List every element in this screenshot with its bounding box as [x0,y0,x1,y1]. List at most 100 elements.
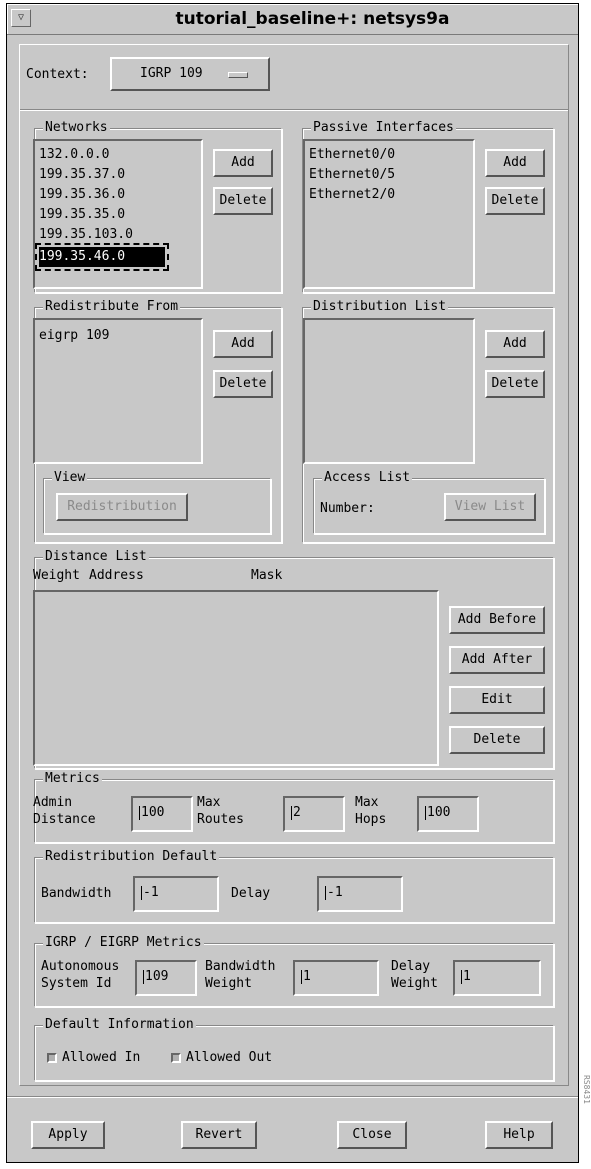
apply-button[interactable]: Apply [31,1121,105,1149]
number-label: Number: [320,501,375,516]
bandwidth-value: -1 [143,885,159,900]
figure-id-text: RS8431 [582,1075,591,1104]
list-item[interactable]: 199.35.37.0 [39,165,125,185]
window-title: tutorial_baseline+: netsys9a [175,9,450,29]
checkbox-icon[interactable] [171,1052,181,1063]
edit-button[interactable]: Edit [449,686,545,714]
max-routes-label-line2: Routes [197,812,244,827]
max-hops-label: Max Hops [355,794,386,828]
context-option-menu[interactable]: IGRP 109 [110,57,270,91]
list-item[interactable]: 132.0.0.0 [39,145,109,165]
weight-column-header: Weight [33,568,80,583]
bandwidth-weight-field[interactable]: 1 [293,960,379,996]
redistribute-from-legend: Redistribute From [43,299,181,314]
option-menu-indicator-icon [228,72,248,78]
list-item[interactable]: Ethernet2/0 [309,185,395,205]
list-item[interactable]: Ethernet0/5 [309,165,395,185]
bandwidth-weight-label-line1: Bandwidth [205,959,276,974]
delay-field[interactable]: -1 [317,876,403,912]
autonomous-system-id-label: Autonomous System Id [41,958,119,992]
passive-interfaces-legend: Passive Interfaces [311,120,456,135]
delay-weight-label-line2: Weight [391,976,438,991]
help-button[interactable]: Help [485,1121,553,1149]
delay-label: Delay [231,886,271,901]
igrp-eigrp-metrics-group: IGRP / EIGRP Metrics Autonomous System I… [34,935,554,1007]
autonomous-system-id-field[interactable]: 109 [135,960,197,996]
admin-distance-field[interactable]: 100 [131,796,193,832]
passive-add-button[interactable]: Add [485,149,545,177]
view-legend: View [52,470,88,485]
admin-distance-label-line1: Admin [33,795,73,810]
dialog-body: Context: IGRP 109 Networks 132.0.0.0 199… [19,44,569,1086]
bandwidth-label: Bandwidth [41,886,112,901]
distribution-add-button[interactable]: Add [485,330,545,358]
allowed-out-checkbox[interactable]: Allowed Out [171,1050,272,1065]
default-information-group: Default Information Allowed In Allowed O… [34,1017,554,1081]
delay-weight-field[interactable]: 1 [453,960,541,996]
redistribute-delete-button[interactable]: Delete [213,370,273,398]
networks-delete-button[interactable]: Delete [213,187,273,215]
bandwidth-field[interactable]: -1 [133,876,219,912]
autonomous-system-id-value: 109 [145,969,169,984]
passive-interfaces-list[interactable]: Ethernet0/0 Ethernet0/5 Ethernet2/0 [303,139,475,289]
checkbox-icon[interactable] [47,1052,57,1063]
max-routes-label-line1: Max [197,795,221,810]
delay-weight-value: 1 [463,969,471,984]
metrics-group: Metrics Admin Distance 100 Max Routes 2 … [33,771,554,843]
admin-distance-label-line2: Distance [33,812,96,827]
redistribute-list[interactable]: eigrp 109 [33,318,203,464]
max-hops-label-line2: Hops [355,812,387,827]
window-menu-icon[interactable]: ▽ [11,9,31,27]
max-hops-field[interactable]: 100 [417,796,479,832]
distance-list[interactable] [33,590,439,766]
context-label: Context: [26,67,89,82]
list-item[interactable]: 199.35.36.0 [39,185,125,205]
networks-group: Networks 132.0.0.0 199.35.37.0 199.35.36… [33,120,282,293]
list-item[interactable]: Ethernet0/0 [309,145,395,165]
networks-add-button[interactable]: Add [213,149,273,177]
distribution-delete-button[interactable]: Delete [485,370,545,398]
autonomous-system-id-label-line2: System Id [41,976,112,991]
passive-interfaces-group: Passive Interfaces Ethernet0/0 Ethernet0… [302,120,554,293]
distribution-list-group: Distribution List Add Delete Access List… [302,299,554,543]
admin-distance-value: 100 [141,805,165,820]
max-hops-label-line1: Max [355,795,379,810]
max-routes-label: Max Routes [197,794,244,828]
networks-list[interactable]: 132.0.0.0 199.35.37.0 199.35.36.0 199.35… [33,139,203,289]
title-bar[interactable]: ▽ tutorial_baseline+: netsys9a [7,4,578,35]
distribution-list[interactable] [303,318,475,464]
redistribution-button[interactable]: Redistribution [56,493,188,521]
max-routes-value: 2 [293,805,301,820]
add-after-button[interactable]: Add After [449,646,545,674]
allowed-in-label: Allowed In [62,1050,141,1065]
revert-button[interactable]: Revert [181,1121,257,1149]
passive-delete-button[interactable]: Delete [485,187,545,215]
list-item[interactable]: 199.35.35.0 [39,205,125,225]
networks-legend: Networks [43,120,110,135]
access-list-legend: Access List [322,470,413,485]
view-list-button[interactable]: View List [444,493,536,521]
allowed-in-checkbox[interactable]: Allowed In [47,1050,140,1065]
redistribution-default-group: Redistribution Default Bandwidth -1 Dela… [34,849,554,923]
bandwidth-weight-label-line2: Weight [205,976,252,991]
delay-weight-label-line1: Delay [391,959,431,974]
close-button[interactable]: Close [337,1121,407,1149]
allowed-out-label: Allowed Out [186,1050,273,1065]
distance-list-group: Distance List Weight Address Mask Add Be… [33,549,554,769]
redistribution-default-legend: Redistribution Default [43,849,220,864]
redistribute-add-button[interactable]: Add [213,330,273,358]
address-column-header: Address [89,568,144,583]
default-information-legend: Default Information [43,1017,196,1032]
distance-delete-button[interactable]: Delete [449,726,545,754]
max-routes-field[interactable]: 2 [283,796,345,832]
add-before-button[interactable]: Add Before [449,606,545,634]
list-item[interactable]: eigrp 109 [39,326,109,346]
distance-list-legend: Distance List [43,549,149,564]
list-item-selected[interactable]: 199.35.46.0 [34,243,170,271]
access-list-group: Access List Number: View List [313,470,545,534]
bandwidth-weight-label: Bandwidth Weight [205,958,275,992]
list-item[interactable]: 199.35.103.0 [39,225,133,245]
igrp-eigrp-metrics-legend: IGRP / EIGRP Metrics [43,935,204,950]
view-group: View Redistribution [43,470,271,534]
context-value: IGRP 109 [140,66,203,81]
